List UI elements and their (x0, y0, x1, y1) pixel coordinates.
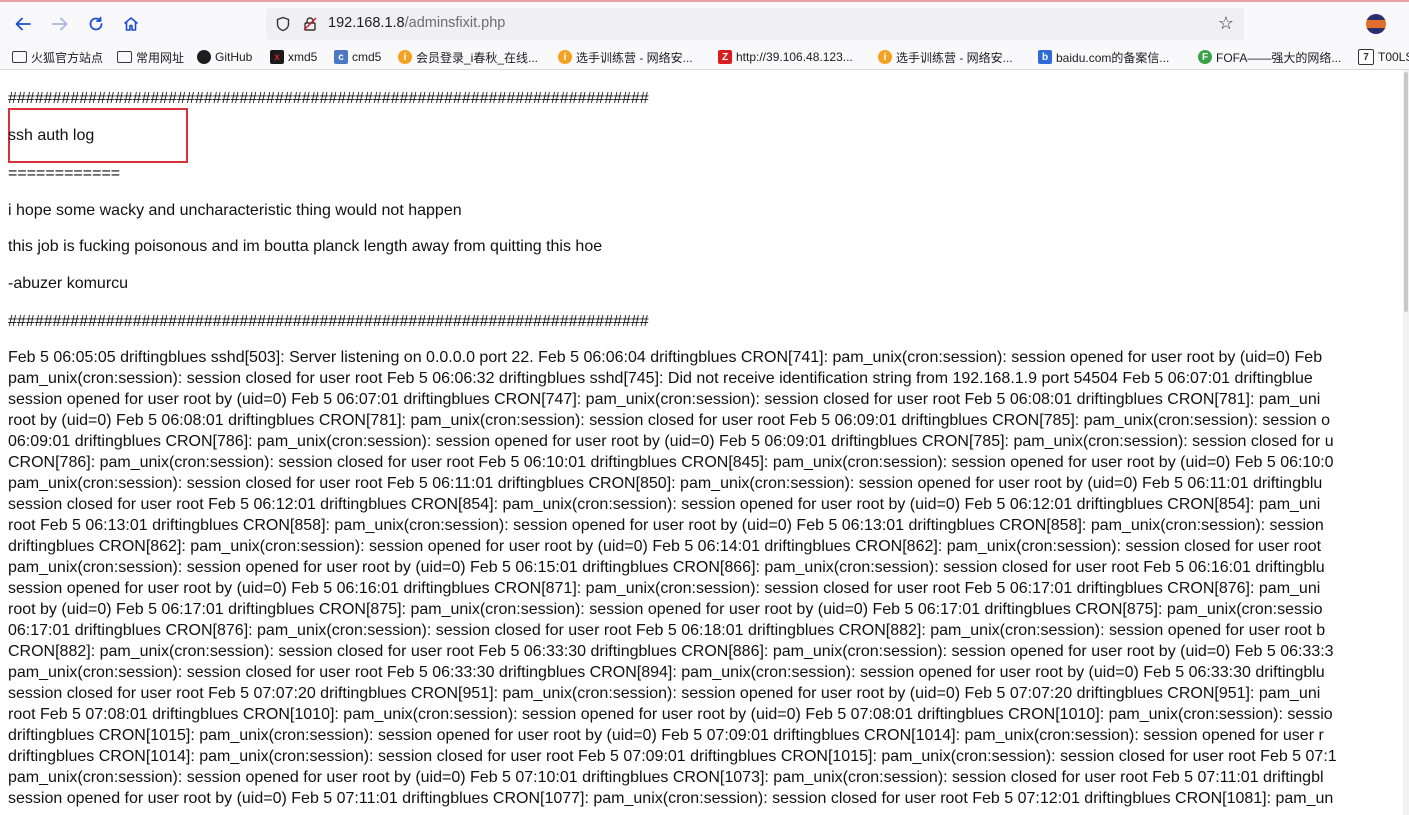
bookmark-item[interactable]: 火狐官方站点 (12, 48, 103, 66)
bookmark-item[interactable]: i 选手训练营 - 网络安... (558, 48, 693, 66)
bookmark-item[interactable]: F FOFA——强大的网络... (1198, 48, 1341, 66)
bookmark-label: 选手训练营 - 网络安... (576, 50, 693, 65)
forward-button[interactable] (46, 10, 74, 38)
log-line: session closed for user root Feb 5 07:07… (8, 685, 1321, 702)
signature: -abuzer komurcu (8, 275, 129, 292)
bookmarks-bar: 火狐官方站点 常用网址 GitHub x xmd5 c cmd5 i 会员登录_i春秋… (0, 44, 1409, 70)
bookmark-item[interactable]: Zhttp://39.106.48.123... (718, 48, 853, 66)
log-line: driftingblues CRON[1015]: pam_unix(cron:… (8, 727, 1324, 744)
bookmark-label: http://39.106.48.123... (736, 50, 853, 64)
scrollbar-thumb[interactable] (1404, 72, 1408, 312)
cmd5-icon: c (334, 50, 348, 64)
log-line: root by (uid=0) Feb 5 06:17:01 driftingb… (8, 601, 1323, 618)
bookmark-item[interactable]: i 选手训练营 - 网络安... (878, 48, 1013, 66)
ichunqiu-icon: i (398, 50, 412, 64)
z-icon: Z (718, 50, 732, 64)
log-line: 06:17:01 driftingblues CRON[876]: pam_un… (8, 622, 1326, 639)
url-text[interactable]: 192.168.1.8/adminsfixit.php (328, 15, 505, 31)
address-bar[interactable]: 192.168.1.8/adminsfixit.php ☆ (266, 8, 1244, 40)
bookmark-item[interactable]: 7 T00LS (1358, 48, 1409, 66)
baidu-icon: b (1038, 50, 1052, 64)
fofa-icon: F (1198, 50, 1212, 64)
folder-icon (12, 51, 27, 63)
log-line: driftingblues CRON[862]: pam_unix(cron:s… (8, 538, 1322, 555)
equals-divider: ============ (8, 165, 121, 182)
log-line: pam_unix(cron:session): session closed f… (8, 475, 1323, 492)
log-line: session opened for user root by (uid=0) … (8, 580, 1321, 597)
back-button[interactable] (9, 10, 37, 38)
log-line: session opened for user root by (uid=0) … (8, 790, 1334, 807)
shield-icon[interactable] (274, 15, 292, 33)
github-icon (197, 50, 211, 64)
home-button[interactable] (117, 10, 145, 38)
bookmark-label: baidu.com的备案信... (1056, 50, 1170, 65)
bookmark-item[interactable]: x xmd5 (270, 48, 317, 66)
reload-button[interactable] (82, 10, 110, 38)
bookmark-label: GitHub (215, 50, 253, 64)
log-line: pam_unix(cron:session): session opened f… (8, 769, 1324, 786)
bookmark-label: 火狐官方站点 (31, 50, 104, 65)
log-line: 06:09:01 driftingblues CRON[786]: pam_un… (8, 433, 1334, 450)
url-host: 192.168.1.8 (328, 15, 405, 31)
insecure-lock-icon[interactable] (301, 15, 319, 33)
bookmark-label: T00LS (1378, 50, 1409, 64)
bookmark-item[interactable]: i 会员登录_i春秋_在线... (398, 48, 538, 66)
xmd5-icon: x (270, 50, 284, 64)
log-line: pam_unix(cron:session): session opened f… (8, 559, 1325, 576)
home-icon (123, 17, 139, 31)
page-scrollbar[interactable] (1403, 70, 1409, 815)
hash-divider: ########################################… (8, 90, 649, 107)
url-path: /adminsfixit.php (404, 15, 506, 31)
auth-log-text: Feb 5 06:05:05 driftingblues sshd[503]: … (8, 347, 1409, 809)
ichunqiu-icon: i (558, 50, 572, 64)
bookmark-item[interactable]: 常用网址 (117, 48, 184, 66)
log-line: session closed for user root Feb 5 06:12… (8, 496, 1321, 513)
bookmark-label: FOFA——强大的网络... (1216, 50, 1342, 65)
browser-toolbar: 192.168.1.8/adminsfixit.php ☆ (0, 0, 1409, 44)
tools-icon: 7 (1358, 49, 1374, 65)
message-line: i hope some wacky and uncharacteristic t… (8, 202, 462, 219)
message-line: this job is fucking poisonous and im bou… (8, 238, 603, 255)
bookmark-label: cmd5 (352, 50, 382, 64)
bookmark-label: 会员登录_i春秋_在线... (416, 50, 539, 65)
bookmark-item[interactable]: c cmd5 (334, 48, 381, 66)
profile-avatar[interactable] (1366, 14, 1386, 34)
bookmark-label: 选手训练营 - 网络安... (896, 50, 1013, 65)
bookmark-label: xmd5 (288, 50, 318, 64)
log-line: CRON[882]: pam_unix(cron:session): sessi… (8, 643, 1334, 660)
log-line: session opened for user root by (uid=0) … (8, 391, 1321, 408)
log-line: driftingblues CRON[1014]: pam_unix(cron:… (8, 748, 1337, 765)
log-line: root Feb 5 06:13:01 driftingblues CRON[8… (8, 517, 1324, 534)
folder-icon (117, 51, 132, 63)
arrow-right-icon (52, 17, 68, 31)
bookmark-label: 常用网址 (136, 50, 185, 65)
bookmark-item[interactable]: b baidu.com的备案信... (1038, 48, 1169, 66)
page-content: ########################################… (8, 70, 1409, 815)
page-heading: ssh auth log (8, 127, 95, 144)
log-line: root by (uid=0) Feb 5 06:08:01 driftingb… (8, 412, 1331, 429)
log-line: pam_unix(cron:session): session closed f… (8, 664, 1325, 681)
log-line: pam_unix(cron:session): session closed f… (8, 370, 1313, 387)
ichunqiu-icon: i (878, 50, 892, 64)
arrow-left-icon (15, 17, 31, 31)
log-line: root Feb 5 07:08:01 driftingblues CRON[1… (8, 706, 1333, 723)
reload-icon (89, 16, 103, 31)
log-line: CRON[786]: pam_unix(cron:session): sessi… (8, 454, 1334, 471)
bookmark-item[interactable]: GitHub (197, 48, 252, 66)
hash-divider: ########################################… (8, 313, 649, 330)
bookmark-star-icon[interactable]: ☆ (1218, 13, 1234, 34)
log-line: Feb 5 06:05:05 driftingblues sshd[503]: … (8, 349, 1323, 366)
